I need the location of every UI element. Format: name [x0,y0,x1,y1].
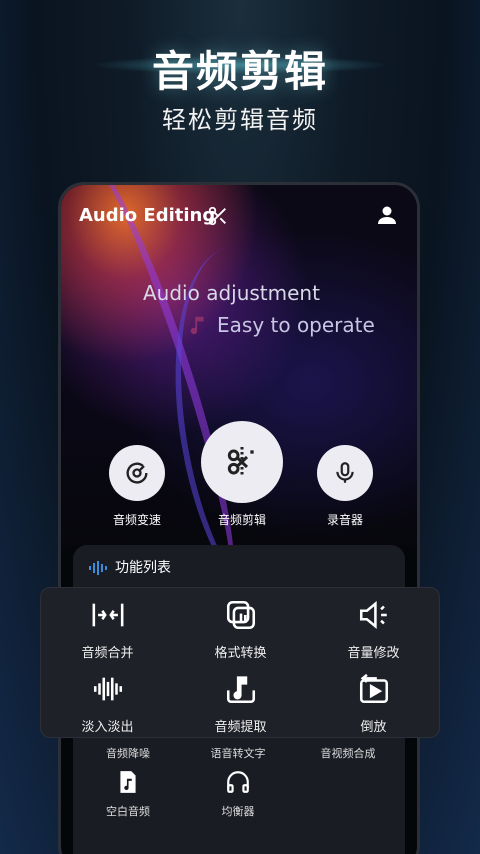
blank-audio-item[interactable]: 空白音频 [73,769,183,819]
volume-icon [359,600,387,630]
fade-icon [93,677,122,701]
waveform-icon [89,561,107,575]
equalizer-label: 均衡器 [221,805,255,818]
audio-cut-button[interactable] [201,421,283,503]
scissors-icon [208,206,226,226]
format-convert-item[interactable]: 格式转换 [174,598,307,661]
hero-tagline: Easy to operate [217,313,375,337]
speech-to-text-label: 语音转文字 [210,747,266,760]
reverse-play-item[interactable]: 倒放 [307,672,440,735]
audio-cut-label: 音频剪辑 [217,513,266,527]
blank-audio-icon [120,771,136,793]
equalizer-icon [227,771,249,793]
noise-reduction-item[interactable]: 音频降噪 [73,745,183,761]
user-icon[interactable] [375,203,399,227]
music-note-icon [190,316,204,335]
speech-to-text-item[interactable]: 语音转文字 [183,745,293,761]
app-title: Audio Editing [79,205,216,226]
speed-change-label: 音频变速 [112,513,161,527]
promo-subtitle: 轻松剪辑音频 [162,106,318,134]
reverse-play-icon [359,673,388,704]
feature-grid-card: 音频合并 格式转换 音量修改 淡入淡出 音频提取 倒放 [40,587,440,738]
merge-label: 音频合并 [81,646,134,661]
microphone-icon [336,462,354,483]
recorder-button[interactable] [317,445,373,501]
fade-label: 淡入淡出 [81,720,134,735]
noise-reduction-label: 音频降噪 [106,747,150,760]
format-convert-label: 格式转换 [214,646,267,661]
audio-cut-icon [227,447,254,477]
volume-label: 音量修改 [347,646,400,661]
merge-icon [92,603,123,627]
hero-headline: Audio adjustment [143,281,320,305]
extract-icon [226,676,255,704]
recorder-label: 录音器 [326,513,363,527]
extract-label: 音频提取 [214,720,267,735]
promo-title: 音频剪辑 [151,47,328,96]
panel-title: 功能列表 [115,560,171,576]
reverse-play-label: 倒放 [360,720,387,735]
format-convert-icon [226,600,255,630]
fade-item[interactable]: 淡入淡出 [41,672,174,735]
phone-frame: Audio Editing Audio adjustment Easy to o… [58,182,420,854]
volume-item[interactable]: 音量修改 [307,598,440,661]
av-merge-label: 音视频合成 [320,747,376,760]
av-merge-item[interactable]: 音视频合成 [293,745,403,761]
merge-item[interactable]: 音频合并 [41,598,174,661]
speed-dial-icon [126,462,148,484]
extract-item[interactable]: 音频提取 [174,672,307,735]
speed-change-button[interactable] [109,445,165,501]
equalizer-item[interactable]: 均衡器 [183,769,293,819]
blank-audio-label: 空白音频 [106,805,150,818]
